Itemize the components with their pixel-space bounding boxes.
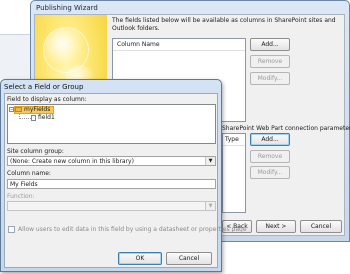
tree-connector-horizontal <box>19 118 31 119</box>
next-button[interactable]: Next > <box>256 220 296 233</box>
chevron-down-icon[interactable]: ▼ <box>205 157 215 165</box>
folder-icon <box>15 107 22 112</box>
wizard-lower-modify-button[interactable]: Modify... <box>250 166 290 179</box>
wizard-description: The fields listed below will be availabl… <box>112 17 336 32</box>
wizard-lower-add-button[interactable]: Add... <box>250 133 290 146</box>
function-select[interactable]: ▼ <box>7 201 216 211</box>
tree-root-label: myFields <box>24 106 51 113</box>
site-column-group-value: (None: Create new column in this library… <box>10 158 134 165</box>
dialog-cancel-button[interactable]: Cancel <box>166 252 212 265</box>
wizard-lower-remove-button[interactable]: Remove <box>250 150 290 163</box>
wizard-add-button[interactable]: Add... <box>250 38 290 51</box>
dialog-title: Select a Field or Group <box>4 83 84 91</box>
field-to-display-label: Field to display as column: <box>7 96 87 103</box>
site-column-group-select[interactable]: (None: Create new column in this library… <box>7 156 216 166</box>
background-panel <box>0 35 30 79</box>
function-chevron-down-icon[interactable]: ▼ <box>205 202 215 210</box>
wizard-lower-description: SharePoint Web Part connection parameter… <box>222 125 350 132</box>
column-name-input[interactable]: My Fields <box>7 179 216 189</box>
ok-button[interactable]: OK <box>118 252 162 265</box>
column-name-label: Column name: <box>7 170 51 177</box>
wizard-cancel-button[interactable]: Cancel <box>300 220 342 233</box>
tree-child-label: field1 <box>38 114 55 121</box>
wizard-modify-button[interactable]: Modify... <box>250 72 290 85</box>
tree-item-field1[interactable]: field1 <box>38 114 68 122</box>
column-name-header[interactable]: Column Name <box>113 39 245 51</box>
parameter-list[interactable]: Type <box>222 133 246 213</box>
type-header[interactable]: Type <box>223 134 245 146</box>
function-label: Function: <box>7 193 35 200</box>
field-icon <box>31 115 36 121</box>
wizard-title: Publishing Wizard <box>36 4 98 12</box>
allow-edit-label: Allow users to edit data in this field b… <box>18 226 247 233</box>
site-column-group-label: Site column group: <box>7 148 64 155</box>
wizard-remove-button[interactable]: Remove <box>250 55 290 68</box>
allow-edit-checkbox[interactable] <box>8 226 15 233</box>
